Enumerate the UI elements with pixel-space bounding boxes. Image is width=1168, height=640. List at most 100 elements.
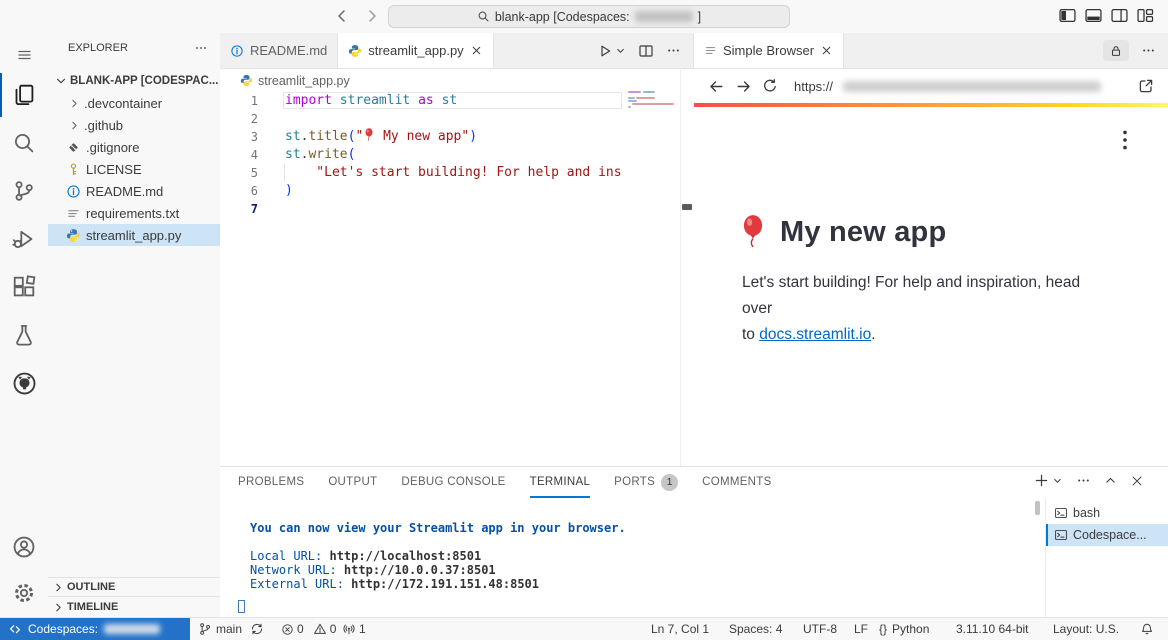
sidebar-item-search[interactable] [0, 121, 48, 165]
outline-section[interactable]: OUTLINE [48, 577, 220, 596]
browser-reload-icon[interactable] [762, 78, 778, 94]
close-icon[interactable] [820, 44, 833, 57]
bell-icon [1140, 622, 1154, 636]
remote-indicator[interactable]: Codespaces: [0, 618, 190, 640]
sidebar-item-run-debug[interactable] [0, 217, 48, 261]
tab-streamlit-app[interactable]: streamlit_app.py [338, 33, 493, 68]
tab-problems[interactable]: PROBLEMS [238, 467, 304, 498]
redacted-url[interactable] [843, 81, 1101, 92]
close-icon[interactable] [470, 44, 483, 57]
scrollbar-handle[interactable] [682, 204, 692, 210]
run-dropdown-chevron-icon[interactable] [615, 45, 626, 56]
terminal-output[interactable]: You can now view your Streamlit app in y… [250, 521, 626, 591]
timeline-section[interactable]: TIMELINE [48, 596, 220, 617]
sidebar-item-extensions[interactable] [0, 265, 48, 309]
cursor-position[interactable]: Ln 7, Col 1 [651, 618, 709, 640]
line-number: 3 [220, 128, 262, 146]
keyboard-layout-status[interactable]: Layout: U.S. [1053, 618, 1119, 640]
sync-icon[interactable] [250, 622, 264, 636]
problems-status[interactable]: 0 0 [281, 618, 336, 640]
history-back-button[interactable] [330, 5, 354, 27]
run-button[interactable] [597, 43, 613, 59]
chevron-down-icon [54, 74, 68, 88]
docs-streamlit-link[interactable]: docs.streamlit.io [759, 326, 871, 343]
encoding-status[interactable]: UTF-8 [803, 618, 837, 640]
tab-comments[interactable]: COMMENTS [702, 467, 771, 498]
eol-status[interactable]: LF [854, 618, 868, 640]
split-editor-icon[interactable] [638, 43, 654, 59]
command-center-search[interactable]: blank-app [Codespaces: ] [388, 5, 790, 28]
close-panel-icon[interactable] [1130, 474, 1144, 488]
toggle-panel-icon[interactable] [1085, 8, 1102, 23]
menu-button[interactable] [0, 33, 48, 77]
tree-item-streamlit-app[interactable]: streamlit_app.py [48, 224, 220, 246]
workspace-title: blank-app [Codespaces: [495, 10, 630, 24]
browser-back-icon[interactable] [708, 78, 725, 95]
editor-scrollbar[interactable] [680, 69, 694, 466]
python-version-status[interactable]: 3.11.10 64-bit [956, 618, 1029, 640]
explorer-root-folder[interactable]: BLANK-APP [CODESPAC... [48, 70, 220, 92]
account-button[interactable] [0, 525, 48, 569]
browser-forward-icon[interactable] [735, 78, 752, 95]
lock-group-button[interactable] [1103, 40, 1129, 61]
maximize-panel-icon[interactable] [1104, 474, 1117, 487]
title-bar: blank-app [Codespaces: ] [0, 0, 1168, 34]
sidebar-item-github[interactable] [0, 361, 48, 405]
more-actions-icon[interactable] [1141, 43, 1156, 58]
tree-item-devcontainer[interactable]: .devcontainer [48, 92, 220, 114]
minimap[interactable] [624, 89, 680, 149]
tab-output[interactable]: OUTPUT [328, 467, 377, 498]
settings-button[interactable] [0, 571, 48, 615]
tab-terminal[interactable]: TERMINAL [530, 467, 591, 498]
more-actions-icon[interactable] [666, 43, 681, 58]
hamburger-menu-icon [15, 47, 34, 63]
open-external-icon[interactable] [1138, 78, 1154, 94]
terminal-icon [1054, 528, 1068, 542]
breadcrumb[interactable]: streamlit_app.py [220, 69, 693, 92]
vscode-window: blank-app [Codespaces: ] [0, 0, 1168, 640]
sidebar-item-explorer[interactable] [0, 73, 48, 117]
branch-status[interactable]: main [198, 618, 264, 640]
radio-tower-icon [342, 622, 356, 636]
toggle-secondary-sidebar-icon[interactable] [1111, 8, 1128, 23]
code-editor[interactable]: 1import streamlit as st 2 3st.title(" My… [220, 92, 680, 218]
code-line-current [285, 200, 622, 218]
more-actions-icon[interactable] [1076, 473, 1091, 488]
indentation-status[interactable]: Spaces: 4 [729, 618, 782, 640]
notifications-button[interactable] [1140, 618, 1154, 640]
tree-item-label: streamlit_app.py [86, 228, 181, 243]
panel-scrollbar-thumb[interactable] [1035, 501, 1040, 515]
chevron-right-icon [68, 119, 81, 132]
more-actions-icon[interactable] [194, 41, 208, 55]
ports-status[interactable]: 1 [342, 618, 366, 640]
tab-ports[interactable]: PORTS1 [614, 467, 678, 498]
streamlit-menu-icon[interactable] [1122, 129, 1128, 151]
workspace-title-suffix: ] [698, 10, 701, 24]
new-terminal-icon[interactable] [1034, 473, 1049, 488]
files-icon [12, 83, 36, 107]
chevron-right-icon [52, 601, 65, 614]
text-file-icon [66, 206, 81, 221]
tab-readme[interactable]: README.md [220, 33, 338, 68]
customize-layout-icon[interactable] [1137, 8, 1154, 23]
terminal-session-bash[interactable]: bash [1046, 502, 1168, 524]
terminal-dropdown-chevron-icon[interactable] [1052, 475, 1063, 486]
branch-name: main [216, 622, 242, 636]
tree-item-requirements[interactable]: requirements.txt [48, 202, 220, 224]
tree-item-label: README.md [86, 184, 163, 199]
info-icon [66, 184, 81, 199]
tree-item-license[interactable]: LICENSE [48, 158, 220, 180]
sidebar-item-testing[interactable] [0, 313, 48, 357]
terminal-session-codespace[interactable]: Codespace... [1046, 524, 1168, 546]
history-forward-button[interactable] [360, 5, 384, 27]
tab-debug-console[interactable]: DEBUG CONSOLE [401, 467, 505, 498]
tree-item-gitignore[interactable]: .gitignore [48, 136, 220, 158]
license-key-icon [66, 162, 81, 177]
toggle-primary-sidebar-icon[interactable] [1059, 8, 1076, 23]
code-line: ) [285, 182, 622, 200]
tree-item-readme[interactable]: README.md [48, 180, 220, 202]
language-status[interactable]: {}Python [879, 618, 929, 640]
tree-item-github-folder[interactable]: .github [48, 114, 220, 136]
tab-simple-browser[interactable]: Simple Browser [694, 33, 844, 68]
sidebar-item-source-control[interactable] [0, 169, 48, 213]
